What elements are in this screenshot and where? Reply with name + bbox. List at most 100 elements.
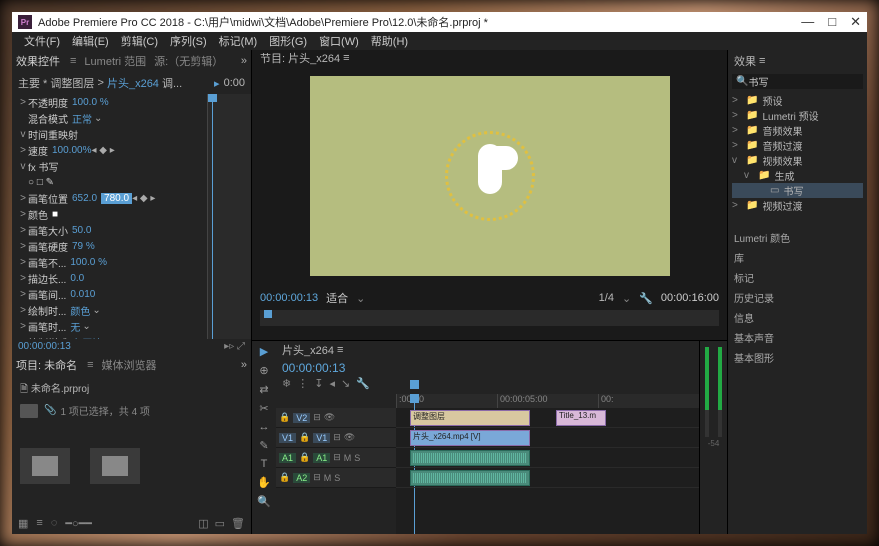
lock-icon[interactable]: 🔒 [299,432,310,443]
menu-window[interactable]: 窗口(W) [315,33,363,49]
marker-add-icon[interactable]: ↧ [314,377,323,390]
prop-paint-time[interactable]: 绘制时... [28,303,66,318]
ec-playhead-icon[interactable] [212,94,213,339]
panel-menu-icon[interactable]: ≡ [334,344,343,356]
effects-search-input[interactable] [748,76,867,87]
twirl-icon[interactable]: > [18,337,28,340]
val-brush-time[interactable]: 无 [70,319,80,334]
slip-tool-icon[interactable]: ↔ [259,421,270,433]
ec-head-arrow-icon[interactable]: ▸ [214,77,220,90]
mute-icon[interactable]: M [344,453,352,463]
twirl-icon[interactable]: v [18,129,28,140]
fx-folder-audio-fx[interactable]: >📁音频效果 [732,123,863,138]
bin-icon[interactable] [20,404,38,418]
prop-paint-style[interactable]: 绘制样式 [28,335,68,340]
twirl-icon[interactable]: > [18,289,28,300]
twirl-icon[interactable]: > [18,241,28,252]
ec-keyframe-area[interactable] [207,94,251,339]
mute-icon[interactable]: M [324,473,332,483]
prop-blend[interactable]: 混合模式 [28,111,68,126]
track-v2[interactable]: V2 [293,413,310,423]
ec-foot-icons[interactable]: ▸▹ ⤢ [224,341,245,352]
razor-tool-icon[interactable]: ✂ [259,402,268,415]
panel-lumetri-color[interactable]: Lumetri 颜色 [734,227,861,247]
lock-icon[interactable]: 🔒 [299,452,310,463]
time-ruler[interactable]: :00:00 00:00:05:00 00: [396,394,699,408]
project-item[interactable] [20,448,70,484]
prop-brush-size[interactable]: 画笔大小 [28,223,68,238]
twirl-icon[interactable]: > [18,273,28,284]
solo-icon[interactable]: S [354,453,360,463]
new-item-icon[interactable]: ▭ [215,517,225,530]
prop-color[interactable]: 颜色 [28,207,48,222]
src-v1[interactable]: V1 [279,433,296,443]
twirl-icon[interactable]: > [18,257,28,268]
tab-lumetri-scopes[interactable]: Lumetri 范围 [84,53,146,69]
twirl-icon[interactable]: > [18,97,28,108]
clip-link[interactable]: 片头_x264 [107,75,159,91]
twirl-icon[interactable]: > [18,225,28,236]
zoom-tool-icon[interactable]: 🔍 [257,495,271,508]
val-brush-size[interactable]: 50.0 [72,225,91,236]
panel-essential-graphics[interactable]: 基本图形 [734,347,861,367]
track-select-tool-icon[interactable]: ⊕ [259,364,268,377]
maximize-button[interactable]: □ [828,14,836,30]
prop-brush-hard[interactable]: 画笔硬度 [28,239,68,254]
prop-brush-spacing[interactable]: 画笔间... [28,287,66,302]
lock-icon[interactable]: 🔒 [279,472,290,483]
linked-sel-icon[interactable]: ⋮ [297,377,308,390]
tabs-overflow-icon[interactable]: » [241,55,247,67]
val-stroke-len[interactable]: 0.0 [70,273,84,284]
trash-icon[interactable]: 🗑 [231,517,245,530]
panel-markers[interactable]: 标记 [734,267,861,287]
src-a1[interactable]: A1 [279,453,296,463]
menu-sequence[interactable]: 序列(S) [166,33,211,49]
tab-sequence[interactable]: 片头_x264 [282,342,334,358]
twirl-icon[interactable]: > [18,193,28,204]
fx-write-on[interactable]: ▭书写 [732,183,863,198]
fx-folder-presets[interactable]: >📁预设 [732,93,863,108]
ripple-tool-icon[interactable]: ⇄ [259,383,268,396]
clip-video[interactable]: 片头_x264.mp4 [V] [410,430,530,446]
panel-menu-icon[interactable]: ≡ [87,359,93,371]
prop-opacity[interactable]: 不透明度 [28,95,68,110]
selection-tool-icon[interactable]: ▶ [260,345,268,358]
tab-effect-controls[interactable]: 效果控件 [16,53,60,69]
close-button[interactable]: ✕ [850,14,861,30]
val-blend[interactable]: 正常 [72,111,92,126]
type-tool-icon[interactable]: T [261,458,268,470]
panel-menu-icon[interactable]: ≡ [70,55,76,67]
resolution[interactable]: 1/4 [599,292,614,304]
track-area[interactable]: 调整图层 Title_13.m 片头_x264.mp4 [V] [396,408,699,534]
prop-stroke-len[interactable]: 描边长... [28,271,66,286]
prop-brush-pos[interactable]: 画笔位置 [28,191,68,206]
eye-icon[interactable]: 👁 [324,412,335,423]
tab-effects[interactable]: 效果 [734,53,756,69]
program-scrubber[interactable] [260,310,719,326]
panel-history[interactable]: 历史记录 [734,287,861,307]
tab-program[interactable]: 节目: 片头_x264 [260,50,340,66]
clip-adjustment[interactable]: 调整图层 [410,410,530,426]
tl-icon5[interactable]: ↘ [341,377,350,390]
lock-icon[interactable]: 🔒 [279,412,290,423]
panel-libraries[interactable]: 库 [734,247,861,267]
prop-brush-opac[interactable]: 画笔不... [28,255,66,270]
val-brush-y[interactable]: 780.0 [101,193,132,204]
panel-essential-sound[interactable]: 基本声音 [734,327,861,347]
video-canvas[interactable] [252,66,727,286]
tl-icon4[interactable]: ◂ [329,377,335,390]
twirl-icon[interactable]: v [18,161,28,172]
val-color[interactable]: ■ [52,209,58,220]
fx-folder-video-trans[interactable]: >📁视频过渡 [732,198,863,213]
tab-source[interactable]: 源:（无剪辑） [154,53,223,69]
menu-graphics[interactable]: 图形(G) [265,33,311,49]
zoom-fit[interactable]: 适合 [326,290,348,306]
scrub-playhead-icon[interactable] [264,310,272,318]
fx-folder-video-fx[interactable]: v📁视频效果 [732,153,863,168]
val-paint-style[interactable]: 在原始... [72,335,110,340]
snap-icon[interactable]: ❄ [282,377,291,390]
project-item[interactable] [90,448,140,484]
tab-project[interactable]: 项目: 未命名 [16,357,77,373]
clip-title[interactable]: Title_13.m [556,410,606,426]
track-a1[interactable]: A1 [313,453,330,463]
